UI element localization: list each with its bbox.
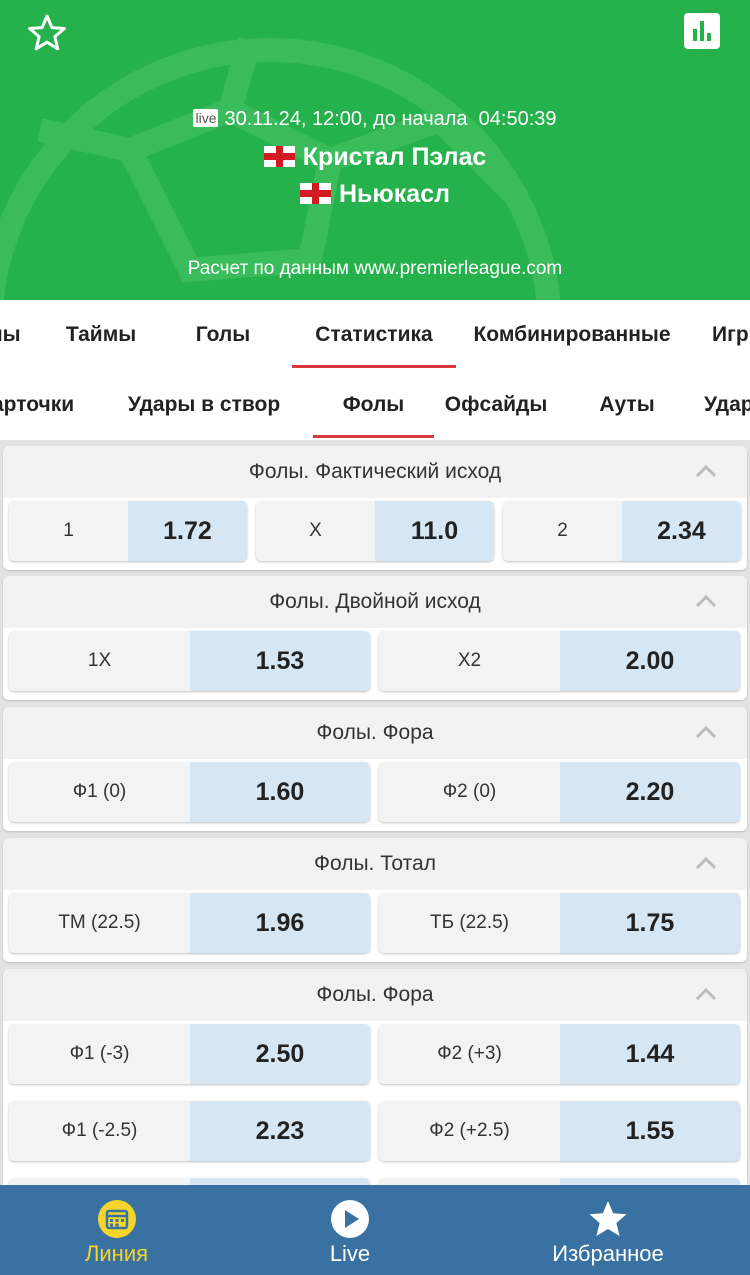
odd-button[interactable]: ТБ (22.5) 1.75 xyxy=(379,893,740,953)
market-title: Фолы. Двойной исход xyxy=(269,590,481,613)
secondary-tabs: арточки Удары в створ Фолы Офсайды Ауты … xyxy=(0,370,750,440)
odd-label: ТБ (22.5) xyxy=(379,893,560,953)
team-home-name: Кристал Пэлас xyxy=(302,143,487,171)
calendar-icon xyxy=(97,1200,136,1238)
market-fouls-handicap: Фолы. Фора Ф1 (0) 1.60 Ф2 (0) 2.20 xyxy=(3,707,747,831)
odd-button[interactable]: Ф2 (+3) 1.44 xyxy=(379,1024,740,1084)
market-fouls-result: Фолы. Фактический исход 1 1.72 X 11.0 2 2.3… xyxy=(3,446,747,570)
odd-value: 1.60 xyxy=(190,762,370,822)
odd-button[interactable]: 1 1.72 xyxy=(9,501,247,561)
tab-offsides[interactable]: Офсайды xyxy=(438,370,554,440)
odd-label: X xyxy=(256,501,375,561)
odd-value: 1.44 xyxy=(560,1024,740,1084)
market-fouls-double-chance: Фолы. Двойной исход 1X 1.53 X2 2.00 xyxy=(3,576,747,700)
odd-button[interactable]: 1X 1.53 xyxy=(9,631,370,691)
odd-label: Ф1 (-2.5) xyxy=(9,1101,190,1161)
nav-favorites[interactable]: Избранное xyxy=(483,1185,733,1275)
odd-button[interactable]: Ф1 (-3) 2.50 xyxy=(9,1024,370,1084)
odd-label: ТМ (22.5) xyxy=(9,893,190,953)
match-header: live 30.11.24, 12:00, до начала 04:50:39 … xyxy=(0,0,750,300)
star-icon xyxy=(589,1201,627,1236)
nav-label: Live xyxy=(329,1241,371,1266)
odd-value: 2.20 xyxy=(560,762,740,822)
england-flag-icon xyxy=(263,146,295,167)
odd-label: 2 xyxy=(503,501,622,561)
odd-value: 11.0 xyxy=(375,501,494,561)
team-away: Ньюкасл xyxy=(0,180,750,209)
odd-value: 1.55 xyxy=(560,1101,740,1161)
chevron-up-icon[interactable] xyxy=(695,722,717,744)
match-time-info: live 30.11.24, 12:00, до начала 04:50:39 xyxy=(0,108,750,131)
odd-button[interactable]: X 11.0 xyxy=(256,501,494,561)
market-header[interactable]: Фолы. Тотал xyxy=(3,838,747,890)
chevron-up-icon[interactable] xyxy=(695,984,717,1006)
bottom-navigation: Линия Live Избранное xyxy=(0,1185,750,1275)
odd-label: X2 xyxy=(379,631,560,691)
market-title: Фолы. Фора xyxy=(316,983,434,1006)
odd-value: 2.23 xyxy=(190,1101,370,1161)
nav-live[interactable]: Live xyxy=(233,1185,467,1275)
team-away-name: Ньюкасл xyxy=(339,180,450,208)
odd-value: 1.72 xyxy=(128,501,247,561)
statistics-icon[interactable] xyxy=(684,13,720,49)
market-title: Фолы. Фора xyxy=(316,721,434,744)
primary-tabs: ны Таймы Голы Статистика Комбинированные… xyxy=(0,300,750,370)
odd-button[interactable]: Ф1 (0) 1.60 xyxy=(9,762,370,822)
chevron-up-icon[interactable] xyxy=(695,853,717,875)
tab-halves[interactable]: Таймы xyxy=(55,300,147,370)
market-header[interactable]: Фолы. Двойной исход xyxy=(3,576,747,628)
odd-value: 2.00 xyxy=(560,631,740,691)
odd-value: 2.34 xyxy=(622,501,741,561)
odd-value: 1.75 xyxy=(560,893,740,953)
nav-label: Линия xyxy=(84,1241,149,1266)
team-home: Кристал Пэлас xyxy=(0,143,750,172)
tab-fouls[interactable]: Фолы xyxy=(313,370,434,440)
market-header[interactable]: Фолы. Фора xyxy=(3,969,747,1021)
market-fouls-total: Фолы. Тотал ТМ (22.5) 1.96 ТБ (22.5) 1.75 xyxy=(3,838,747,962)
odd-label: Ф2 (0) xyxy=(379,762,560,822)
market-title: Фолы. Фактический исход xyxy=(248,460,502,483)
odd-value: 2.50 xyxy=(190,1024,370,1084)
odd-button[interactable]: X2 2.00 xyxy=(379,631,740,691)
nav-label: Избранное xyxy=(552,1241,664,1266)
tab-goals[interactable]: Голы xyxy=(180,300,266,370)
tab-throw-ins[interactable]: Ауты xyxy=(585,370,669,440)
countdown: 04:50:39 xyxy=(478,108,557,130)
chevron-up-icon[interactable] xyxy=(695,461,717,483)
live-badge: live xyxy=(193,109,219,127)
tab-partial-left[interactable]: ны xyxy=(0,300,30,370)
england-flag-icon xyxy=(300,183,331,204)
data-source-note: Расчет по данным www.premierleague.com xyxy=(187,258,563,279)
tab-combined[interactable]: Комбинированные xyxy=(462,300,682,370)
odd-label: Ф2 (+2.5) xyxy=(379,1101,560,1161)
odd-label: 1 xyxy=(9,501,128,561)
market-header[interactable]: Фолы. Фактический исход xyxy=(3,446,747,498)
odd-button[interactable]: ТМ (22.5) 1.96 xyxy=(9,893,370,953)
tab-shots-partial[interactable]: Удар xyxy=(704,370,750,440)
odd-button[interactable]: Ф2 (0) 2.20 xyxy=(379,762,740,822)
odd-button[interactable]: Ф1 (-2.5) 2.23 xyxy=(9,1101,370,1161)
chevron-up-icon[interactable] xyxy=(695,591,717,613)
market-title: Фолы. Тотал xyxy=(314,852,436,875)
odd-value: 1.96 xyxy=(190,893,370,953)
odd-button[interactable]: Ф2 (+2.5) 1.55 xyxy=(379,1101,740,1161)
odd-label: Ф1 (0) xyxy=(9,762,190,822)
match-datetime: 30.11.24, 12:00, до начала xyxy=(224,108,468,130)
tab-shots-on-target[interactable]: Удары в створ xyxy=(116,370,292,440)
market-header[interactable]: Фолы. Фора xyxy=(3,707,747,759)
nav-line[interactable]: Линия xyxy=(0,1185,233,1275)
odd-button[interactable]: 2 2.34 xyxy=(503,501,741,561)
tab-partial-right[interactable]: Игр xyxy=(712,300,750,370)
market-fouls-handicap-lines: Фолы. Фора Ф1 (-3) 2.50 Ф2 (+3) 1.44 Ф1 (-… xyxy=(3,969,747,1199)
favorite-star-icon[interactable] xyxy=(27,13,67,53)
odd-label: 1X xyxy=(9,631,190,691)
play-icon xyxy=(331,1200,369,1238)
odd-label: Ф1 (-3) xyxy=(9,1024,190,1084)
odd-label: Ф2 (+3) xyxy=(379,1024,560,1084)
tab-statistics[interactable]: Статистика xyxy=(292,300,456,370)
tab-cards[interactable]: арточки xyxy=(0,370,92,440)
odd-value: 1.53 xyxy=(190,631,370,691)
